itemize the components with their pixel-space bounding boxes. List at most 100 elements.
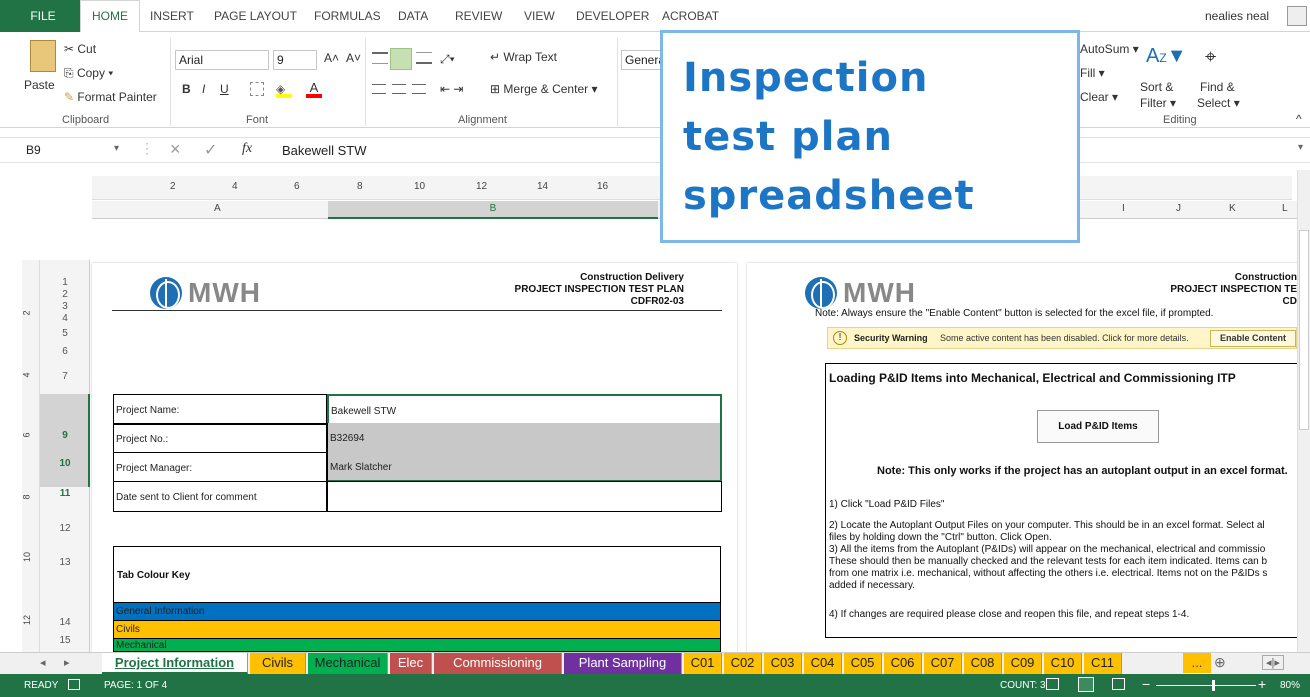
sheet-tab[interactable]: Project Information [102, 653, 248, 675]
key-civils[interactable]: Civils [113, 621, 721, 639]
more-tabs-button[interactable]: ... [1183, 653, 1211, 673]
copy-button[interactable]: ⎘ Copy ▾ [64, 66, 113, 81]
row-header[interactable]: 14 [40, 617, 90, 628]
format-painter-button[interactable]: ✎ Format Painter [64, 90, 157, 104]
row-header[interactable]: 13 [40, 557, 90, 568]
paste-icon[interactable] [30, 40, 56, 72]
align-top-icon[interactable] [372, 52, 388, 64]
date-sent-cell[interactable] [327, 481, 722, 512]
user-name[interactable]: nealies neal [1205, 9, 1269, 23]
italic-button[interactable]: I [202, 82, 205, 96]
row-header[interactable]: 12 [40, 523, 90, 534]
cut-button[interactable]: ✂ Cut [64, 42, 96, 56]
sheet-tab[interactable]: Commissioning [434, 653, 562, 675]
zoom-in-icon[interactable]: + [1258, 676, 1266, 692]
project-no-cell[interactable]: B32694 [327, 423, 722, 453]
project-manager-label[interactable]: Project Manager: [113, 452, 327, 482]
font-color-icon[interactable]: A [306, 80, 322, 98]
sheet-tab[interactable]: C08 [964, 653, 1002, 675]
row-header[interactable]: 9 [40, 430, 90, 441]
cancel-icon[interactable]: × [170, 139, 181, 160]
paste-button[interactable]: Paste [24, 78, 55, 92]
sheet-tab[interactable]: C09 [1004, 653, 1042, 675]
column-header-i[interactable]: I [1122, 203, 1125, 214]
key-mechanical[interactable]: Mechanical [113, 639, 721, 652]
enable-content-button[interactable]: Enable Content [1210, 330, 1296, 347]
fill-color-icon[interactable]: ◈ [276, 82, 292, 98]
project-name-cell[interactable]: Bakewell STW [327, 394, 722, 425]
fx-icon[interactable]: fx [242, 141, 252, 157]
page-layout-view-icon[interactable] [1078, 677, 1094, 692]
page-break-view-icon[interactable] [1112, 678, 1125, 690]
column-header-a[interactable]: A [214, 203, 221, 214]
sheet-tab[interactable]: C03 [764, 653, 802, 675]
tab-data[interactable]: DATA [398, 9, 428, 23]
tab-developer[interactable]: DEVELOPER [576, 9, 649, 23]
project-manager-cell[interactable]: Mark Slatcher [327, 452, 722, 482]
row-header[interactable]: 10 [40, 458, 90, 469]
row-header[interactable]: 15 [40, 635, 90, 646]
date-sent-label[interactable]: Date sent to Client for comment [113, 481, 327, 512]
expand-formula-icon[interactable]: ▾ [1298, 142, 1303, 153]
align-left-icon[interactable] [372, 84, 386, 94]
collapse-ribbon-icon[interactable]: ^ [1296, 112, 1302, 126]
sheet-tab[interactable]: C06 [884, 653, 922, 675]
zoom-slider-thumb[interactable] [1212, 680, 1215, 691]
shrink-font-button[interactable]: A˅ [346, 51, 361, 65]
zoom-out-icon[interactable]: − [1142, 676, 1150, 692]
tab-formulas[interactable]: FORMULAS [314, 9, 381, 23]
find-select-label[interactable]: Select ▾ [1197, 96, 1240, 110]
bold-button[interactable]: B [182, 82, 191, 96]
sort-filter-icon[interactable]: AZ▼ [1146, 46, 1186, 68]
column-header-j[interactable]: J [1176, 203, 1181, 214]
row-header[interactable]: 3 [40, 301, 90, 312]
sheet-tab[interactable]: Elec [390, 653, 432, 675]
tab-home[interactable]: HOME [80, 0, 140, 33]
align-center-icon[interactable] [392, 84, 406, 94]
tab-view[interactable]: VIEW [524, 9, 555, 23]
name-box[interactable]: B9 [26, 143, 41, 157]
hscroll-arrows[interactable]: ◂|▸ [1262, 655, 1284, 670]
column-header-k[interactable]: K [1229, 203, 1236, 214]
sheet-tab[interactable]: C01 [684, 653, 722, 675]
row-header[interactable]: 6 [40, 346, 90, 357]
merge-center-button[interactable]: ⊞ Merge & Center ▾ [490, 82, 597, 96]
tab-insert[interactable]: INSERT [150, 9, 194, 23]
font-size-select[interactable]: 9 [273, 50, 317, 70]
align-bottom-icon[interactable] [416, 52, 432, 64]
binoculars-icon[interactable]: ⌖ [1205, 46, 1216, 69]
tab-acrobat[interactable]: ACROBAT [662, 9, 719, 23]
user-avatar-icon[interactable] [1287, 6, 1307, 26]
tab-file[interactable]: FILE [0, 0, 86, 32]
indent-icons[interactable]: ⇤ ⇥ [440, 82, 463, 96]
confirm-icon[interactable]: ✓ [204, 140, 217, 160]
project-no-label[interactable]: Project No.: [113, 423, 327, 453]
sheet-tab[interactable]: C05 [844, 653, 882, 675]
tab-colour-key-title[interactable]: Tab Colour Key [113, 546, 721, 603]
zoom-slider-track[interactable] [1156, 685, 1256, 686]
align-middle-icon[interactable] [390, 48, 412, 70]
macro-record-icon[interactable] [68, 679, 80, 690]
sheet-tab[interactable]: Mechanical [308, 653, 388, 675]
clear-button[interactable]: Clear ▾ [1080, 90, 1118, 104]
column-header-l[interactable]: L [1282, 203, 1288, 214]
underline-button[interactable]: U [220, 82, 229, 96]
zoom-level[interactable]: 80% [1280, 680, 1300, 691]
column-header-b[interactable]: B [328, 201, 658, 219]
tab-page-layout[interactable]: PAGE LAYOUT [214, 9, 297, 23]
sort-filter-label[interactable]: Filter ▾ [1140, 96, 1176, 110]
row-header[interactable]: 4 [40, 313, 90, 324]
key-general-information[interactable]: General Information [113, 603, 721, 621]
row-header[interactable]: 5 [40, 328, 90, 339]
prev-sheet-icon[interactable]: ◂ [40, 656, 46, 669]
project-name-label[interactable]: Project Name: [113, 394, 327, 425]
new-sheet-icon[interactable]: ⊕ [1214, 654, 1226, 671]
vertical-scrollbar[interactable] [1297, 170, 1310, 652]
align-right-icon[interactable] [412, 84, 426, 94]
name-box-dropdown-icon[interactable]: ▾ [114, 143, 119, 154]
sheet-tab[interactable]: C10 [1044, 653, 1082, 675]
normal-view-icon[interactable] [1046, 678, 1059, 690]
font-name-select[interactable]: Arial [175, 50, 269, 70]
row-header[interactable]: 7 [40, 371, 90, 382]
load-pid-items-button[interactable]: Load P&ID Items [1037, 410, 1159, 443]
